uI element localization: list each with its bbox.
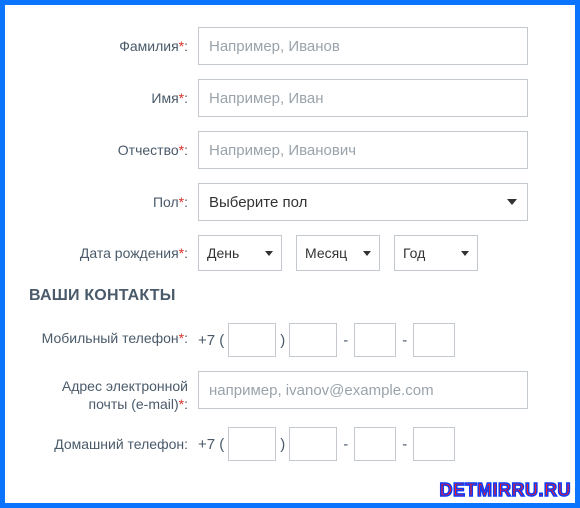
mobile-part1[interactable] [289, 323, 337, 357]
select-year[interactable]: Год [394, 235, 478, 271]
select-month[interactable]: Месяц [296, 235, 380, 271]
section-title-contacts: ВАШИ КОНТАКТЫ [29, 287, 547, 305]
row-home-phone: Домашний телефон: +7 ( ) - - [23, 427, 547, 461]
label-birthdate: Дата рождения*: [23, 244, 198, 262]
chevron-down-icon [363, 251, 371, 256]
label-patronymic: Отчество*: [23, 141, 198, 159]
mobile-code[interactable] [228, 323, 276, 357]
input-email[interactable] [198, 371, 528, 409]
select-gender[interactable]: Выберите пол [198, 183, 528, 221]
label-mobile: Мобильный телефон*: [23, 323, 198, 347]
home-part1[interactable] [289, 427, 337, 461]
select-gender-value: Выберите пол [209, 194, 307, 211]
row-gender: Пол*: Выберите пол [23, 183, 547, 221]
chevron-down-icon [507, 199, 517, 205]
select-day[interactable]: День [198, 235, 282, 271]
row-surname: Фамилия*: [23, 27, 547, 65]
mobile-part3[interactable] [413, 323, 455, 357]
input-surname[interactable] [198, 27, 528, 65]
phone-prefix: +7 ( [198, 332, 224, 349]
home-phone-group: +7 ( ) - - [198, 427, 547, 461]
row-birthdate: Дата рождения*: День Месяц Год [23, 235, 547, 271]
phone-close: ) [280, 436, 285, 453]
home-code[interactable] [228, 427, 276, 461]
label-surname: Фамилия*: [23, 37, 198, 55]
row-name: Имя*: [23, 79, 547, 117]
row-mobile: Мобильный телефон*: +7 ( ) - - [23, 323, 547, 357]
chevron-down-icon [265, 251, 273, 256]
form-frame: Фамилия*: Имя*: Отчество*: Пол*: Выберит… [0, 0, 580, 508]
label-email: Адрес электронной почты (e-mail)*: [23, 371, 198, 413]
row-patronymic: Отчество*: [23, 131, 547, 169]
row-email: Адрес электронной почты (e-mail)*: [23, 371, 547, 413]
label-gender: Пол*: [23, 193, 198, 211]
label-home-phone: Домашний телефон: [23, 435, 198, 453]
watermark: DETMIRRU.RU [440, 480, 572, 501]
mobile-part2[interactable] [354, 323, 396, 357]
mobile-phone-group: +7 ( ) - - [198, 323, 547, 357]
home-part3[interactable] [413, 427, 455, 461]
chevron-down-icon [461, 251, 469, 256]
input-patronymic[interactable] [198, 131, 528, 169]
phone-close: ) [280, 332, 285, 349]
label-name: Имя*: [23, 89, 198, 107]
home-part2[interactable] [354, 427, 396, 461]
input-name[interactable] [198, 79, 528, 117]
phone-prefix: +7 ( [198, 436, 224, 453]
